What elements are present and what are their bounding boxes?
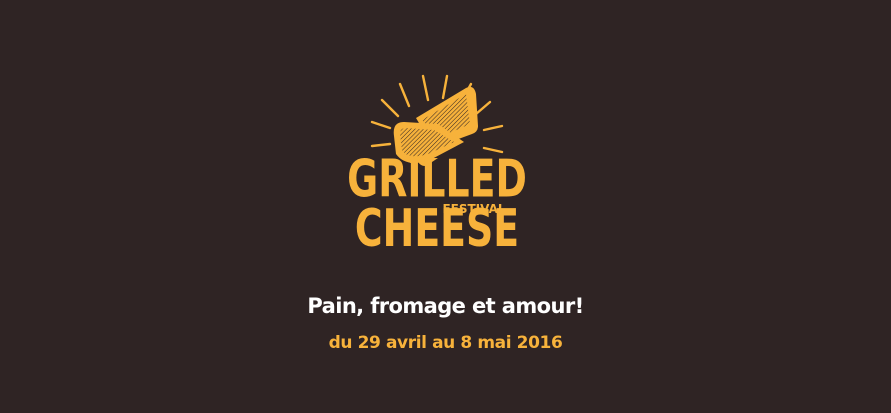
- logo-word-cheese: CHEESE: [355, 198, 519, 259]
- event-dates: du 29 avril au 8 mai 2016: [328, 333, 563, 353]
- hero-section: GRILLED FESTIVAL CHEESE Pain, fromage et…: [0, 0, 891, 413]
- grilled-cheese-festival-logo[interactable]: GRILLED FESTIVAL CHEESE: [346, 62, 528, 262]
- logo-graphic: GRILLED FESTIVAL CHEESE: [347, 74, 527, 259]
- tagline: Pain, fromage et amour!: [307, 294, 584, 318]
